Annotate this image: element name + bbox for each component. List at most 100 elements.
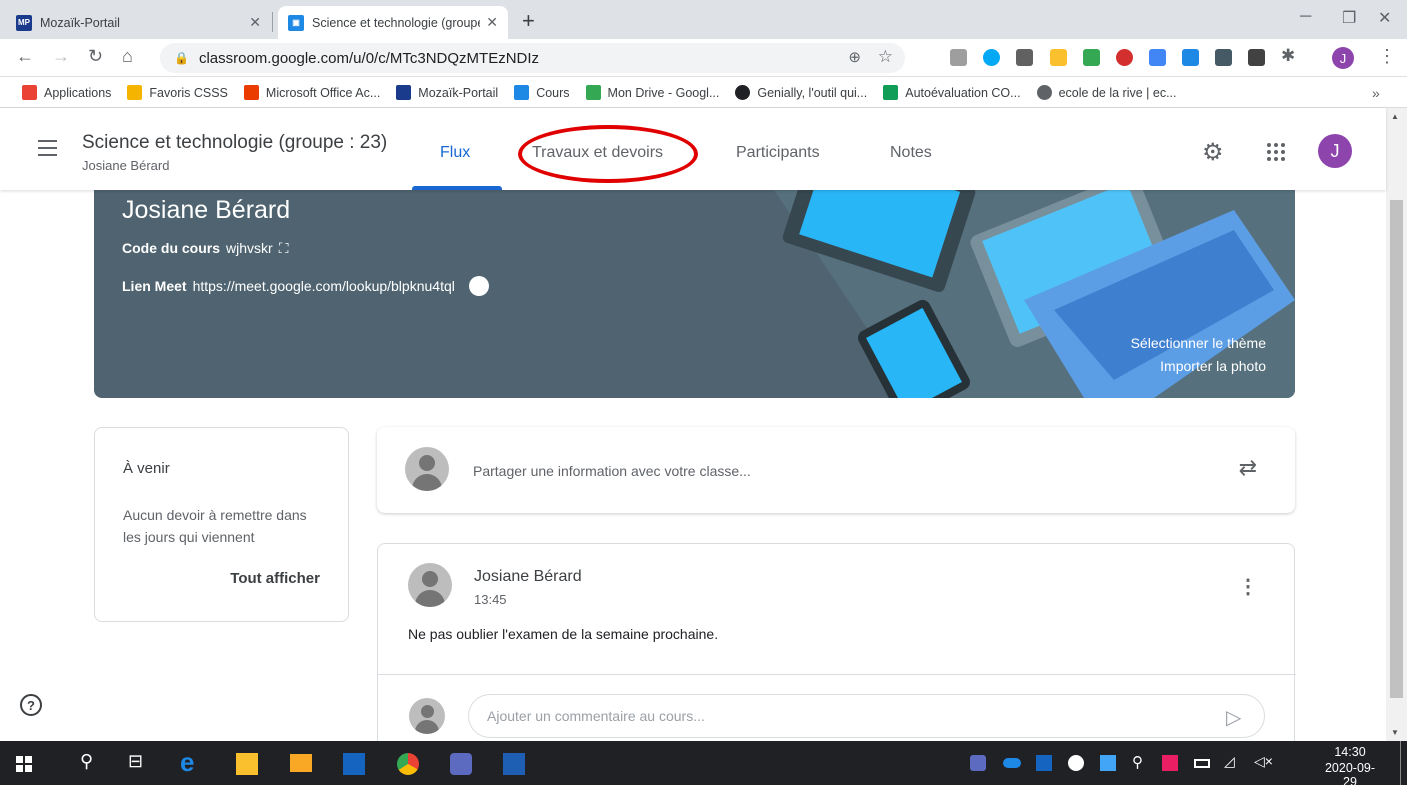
reload-icon[interactable]: ↻	[88, 46, 103, 67]
bookmark-applications[interactable]: Applications	[22, 85, 111, 100]
repost-icon[interactable]: ⇄	[1239, 455, 1257, 481]
tab-participants[interactable]: Participants	[736, 144, 820, 162]
bookmark-genially[interactable]: Genially, l'outil qui...	[735, 85, 867, 100]
volume-icon[interactable]: ◁×	[1254, 753, 1273, 770]
bookmark-favoris[interactable]: Favoris CSSS	[127, 85, 228, 100]
extension-icon[interactable]	[1016, 49, 1033, 66]
fullscreen-icon[interactable]: ⛶	[279, 240, 289, 257]
lock-icon: 🔒	[174, 51, 189, 65]
adblock-icon[interactable]	[1116, 49, 1133, 66]
banner-teacher-name: Josiane Bérard	[122, 196, 291, 224]
extension-icon[interactable]	[950, 49, 967, 66]
close-tab-icon[interactable]: ✕	[249, 14, 261, 31]
import-photo-link[interactable]: Importer la photo	[1160, 358, 1266, 374]
view-all-link[interactable]: Tout afficher	[230, 570, 320, 587]
page-scrollbar[interactable]: ▲ ▼	[1386, 108, 1407, 741]
zoom-icon[interactable]: ⊕	[848, 48, 861, 66]
puzzle-icon[interactable]: ✱	[1281, 46, 1295, 66]
home-icon[interactable]: ⌂	[122, 46, 133, 67]
tab-notes[interactable]: Notes	[890, 144, 932, 162]
tray-app-icon[interactable]: ⚲	[1132, 753, 1143, 771]
restore-icon[interactable]: ❐	[1342, 8, 1356, 28]
teams-icon[interactable]	[450, 753, 472, 775]
apps-icon	[22, 85, 37, 100]
office-icon	[243, 85, 259, 100]
select-theme-link[interactable]: Sélectionner le thème	[1131, 335, 1266, 351]
tab-classroom[interactable]: ▣ Science et technologie (groupe : 23) ✕	[278, 6, 508, 39]
bookmark-cours[interactable]: Cours	[514, 85, 570, 100]
address-bar[interactable]: 🔒 classroom.google.com/u/0/c/MTc3NDQzMTE…	[160, 43, 905, 73]
translate-icon[interactable]	[1149, 49, 1166, 66]
share-card[interactable]: Partager une information avec votre clas…	[377, 427, 1295, 513]
word-icon[interactable]	[503, 753, 525, 775]
tab-mozaik[interactable]: MP Mozaïk-Portail ✕	[6, 6, 271, 39]
genially-icon	[735, 85, 751, 100]
bookmark-ecole[interactable]: ecole de la rive | ec...	[1036, 85, 1176, 100]
meet-video-icon[interactable]	[468, 276, 489, 296]
course-code[interactable]: wjhvskr	[226, 240, 273, 257]
tray-app-icon[interactable]	[1100, 755, 1116, 771]
class-title[interactable]: Science et technologie (groupe : 23)	[82, 132, 387, 154]
active-tab-indicator	[412, 186, 502, 190]
comment-input[interactable]: Ajouter un commentaire au cours...	[468, 694, 1265, 738]
minimize-icon[interactable]: ─	[1300, 8, 1311, 26]
tray-app-icon[interactable]	[1162, 755, 1178, 771]
meet-link[interactable]: https://meet.google.com/lookup/blpknu4tq…	[193, 278, 455, 294]
outlook-tray-icon[interactable]	[1036, 755, 1052, 771]
back-icon[interactable]: ←	[16, 46, 34, 67]
bookmarks-overflow-icon[interactable]: »	[1372, 85, 1380, 101]
annotation-circle	[518, 125, 698, 183]
bookmark-mozaik[interactable]: Mozaïk-Portail	[396, 85, 498, 100]
forward-icon[interactable]: →	[52, 46, 70, 67]
bookmark-star-icon[interactable]: ☆	[878, 47, 893, 67]
hamburger-menu-icon[interactable]	[38, 140, 57, 156]
onedrive-icon[interactable]	[1003, 758, 1021, 768]
send-icon[interactable]: ▷	[1226, 705, 1241, 730]
help-icon[interactable]: ?	[20, 694, 42, 716]
address-url: classroom.google.com/u/0/c/MTc3NDQzMTEzN…	[198, 49, 540, 67]
sticky-notes-icon[interactable]	[236, 753, 258, 775]
tab-title: Mozaïk-Portail	[40, 15, 120, 30]
post-card: Josiane Bérard 13:45 ⋮ Ne pas oublier l'…	[377, 543, 1296, 753]
extension-icon[interactable]	[1248, 49, 1265, 66]
post-menu-icon[interactable]: ⋮	[1238, 574, 1258, 599]
profile-avatar[interactable]: J	[1332, 47, 1354, 69]
bookmark-drive[interactable]: Mon Drive - Googl...	[585, 85, 719, 100]
outlook-icon[interactable]	[343, 753, 365, 775]
bookmark-office[interactable]: Microsoft Office Ac...	[243, 85, 380, 100]
extension-icon[interactable]	[1050, 49, 1067, 66]
share-input[interactable]: Partager une information avec votre clas…	[473, 463, 751, 479]
chrome-icon[interactable]	[397, 753, 419, 775]
new-tab-button[interactable]: +	[522, 8, 535, 34]
globe-tray-icon[interactable]	[1068, 755, 1084, 771]
apps-grid-icon[interactable]	[1267, 143, 1285, 161]
user-avatar[interactable]: J	[1318, 134, 1352, 168]
browser-toolbar: ← → ↻ ⌂ 🔒 classroom.google.com/u/0/c/MTc…	[0, 39, 1407, 77]
search-icon[interactable]: ⚲	[80, 751, 93, 772]
drive-icon[interactable]	[1083, 49, 1100, 66]
globe-icon	[1036, 85, 1052, 100]
menu-icon[interactable]: ⋮	[1378, 46, 1396, 67]
battery-icon[interactable]	[1194, 759, 1210, 768]
file-explorer-icon[interactable]	[290, 754, 312, 772]
windows-start-icon[interactable]	[16, 756, 32, 772]
bookmarks-bar: Applications Favoris CSSS Microsoft Offi…	[0, 78, 1407, 108]
extension-icon[interactable]	[1215, 49, 1232, 66]
meet-link-row: Lien Meet https://meet.google.com/lookup…	[122, 276, 489, 296]
extension-icon[interactable]	[983, 49, 1000, 66]
teams-tray-icon[interactable]	[970, 755, 986, 771]
course-code-row: Code du cours wjhvskr ⛶	[122, 240, 289, 257]
clock-time: 14:30	[1334, 745, 1366, 759]
clock[interactable]: 14:30 2020-09-29	[1320, 745, 1380, 789]
tab-flux[interactable]: Flux	[440, 144, 470, 162]
close-tab-icon[interactable]: ✕	[486, 14, 498, 31]
wifi-icon[interactable]: ◿	[1224, 753, 1235, 770]
extension-icon[interactable]	[1182, 49, 1199, 66]
upcoming-title: À venir	[123, 460, 170, 477]
task-view-icon[interactable]: ⊟	[128, 751, 143, 772]
bookmark-autoevaluation[interactable]: Autoévaluation CO...	[883, 85, 1021, 100]
settings-gear-icon[interactable]: ⚙	[1202, 138, 1224, 167]
close-window-icon[interactable]: ✕	[1378, 8, 1391, 28]
show-desktop-button[interactable]	[1400, 741, 1401, 785]
edge-icon[interactable]: e	[180, 747, 194, 778]
